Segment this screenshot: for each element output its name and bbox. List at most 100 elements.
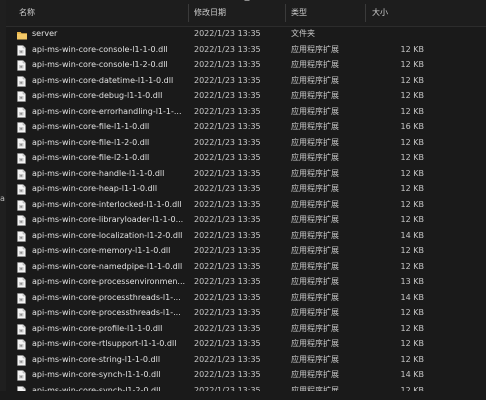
- file-row[interactable]: api-ms-win-core-processthreads-l1-... 202…: [6, 305, 486, 321]
- file-name: api-ms-win-core-processthreads-l1-...: [32, 292, 181, 302]
- dll-file-icon: [17, 323, 26, 335]
- column-header-size[interactable]: 大小: [372, 0, 388, 26]
- file-row[interactable]: api-ms-win-core-synch-l1-1-0.dll 2022/1/2…: [6, 367, 486, 383]
- file-type: 应用程序扩展: [291, 184, 339, 193]
- file-row[interactable]: api-ms-win-core-console-l1-1-0.dll 2022/1…: [6, 42, 486, 58]
- file-row[interactable]: api-ms-win-core-errorhandling-l1-1-... 20…: [6, 104, 486, 120]
- file-name: api-ms-win-core-interlocked-l1-1-0.dll: [32, 199, 182, 209]
- dll-file-icon: [17, 199, 26, 211]
- file-row[interactable]: api-ms-win-core-profile-l1-1-0.dll 2022/1…: [6, 321, 486, 337]
- file-date-modified: 2022/1/23 13:35: [194, 308, 261, 317]
- column-divider[interactable]: [285, 4, 286, 22]
- file-date-modified: 2022/1/23 13:35: [194, 230, 261, 240]
- dll-file-icon: [17, 308, 26, 319]
- column-header-name[interactable]: 名称: [19, 0, 35, 26]
- file-name: api-ms-win-core-profile-l1-1-0.dll: [32, 323, 163, 333]
- file-row[interactable]: api-ms-win-core-string-l1-1-0.dll 2022/1/…: [6, 352, 486, 368]
- dll-file-icon: [17, 75, 26, 87]
- file-size: 12 KB: [400, 168, 424, 178]
- file-size: 12 KB: [400, 261, 424, 271]
- file-size: 12 KB: [400, 308, 424, 317]
- file-row[interactable]: api-ms-win-core-localization-l1-2-0.dll 2…: [6, 228, 486, 244]
- file-row[interactable]: api-ms-win-core-libraryloader-l1-1-0... 2…: [6, 212, 486, 228]
- column-header-date-modified[interactable]: 修改日期: [194, 0, 226, 26]
- column-header-bar: 名称 修改日期 类型 大小: [6, 0, 486, 27]
- dll-file-icon: [17, 168, 26, 180]
- file-row[interactable]: api-ms-win-core-datetime-l1-1-0.dll 2022/…: [6, 73, 486, 89]
- column-header-type[interactable]: 类型: [291, 0, 307, 26]
- file-size: 14 KB: [400, 292, 424, 302]
- file-size: 12 KB: [400, 246, 424, 255]
- file-date-modified: 2022/1/23 13:35: [194, 246, 261, 255]
- file-type: 应用程序扩展: [291, 168, 339, 178]
- file-row[interactable]: api-ms-win-core-file-l2-1-0.dll 2022/1/23…: [6, 150, 486, 166]
- file-date-modified: 2022/1/23 13:35: [194, 277, 261, 286]
- file-row[interactable]: api-ms-win-core-file-l1-1-0.dll 2022/1/23…: [6, 119, 486, 135]
- file-name: api-ms-win-core-handle-l1-1-0.dll: [32, 168, 165, 178]
- file-row[interactable]: api-ms-win-core-processthreads-l1-... 202…: [6, 290, 486, 306]
- file-row[interactable]: server 2022/1/23 13:35 文件夹: [6, 26, 486, 42]
- file-row[interactable]: api-ms-win-core-processenvironmen... 2022…: [6, 274, 486, 290]
- file-date-modified: 2022/1/23 13:35: [194, 60, 261, 69]
- file-name: api-ms-win-core-debug-l1-1-0.dll: [32, 91, 163, 100]
- file-type: 应用程序扩展: [291, 292, 339, 302]
- file-date-modified: 2022/1/23 13:35: [194, 370, 261, 379]
- file-row[interactable]: api-ms-win-core-namedpipe-l1-1-0.dll 2022…: [6, 259, 486, 275]
- file-name: api-ms-win-core-console-l1-1-0.dll: [32, 44, 168, 54]
- file-type: 应用程序扩展: [291, 246, 339, 255]
- file-name: api-ms-win-core-libraryloader-l1-1-0...: [32, 215, 184, 224]
- file-name: api-ms-win-core-file-l1-1-0.dll: [32, 122, 150, 131]
- file-type: 应用程序扩展: [291, 354, 339, 364]
- file-name: api-ms-win-core-namedpipe-l1-1-0.dll: [32, 261, 183, 271]
- file-size: 12 KB: [400, 199, 424, 209]
- file-date-modified: 2022/1/23 13:35: [194, 323, 261, 333]
- dll-file-icon: [17, 370, 26, 381]
- file-date-modified: 2022/1/23 13:35: [194, 199, 261, 209]
- file-date-modified: 2022/1/23 13:35: [194, 292, 261, 302]
- dll-file-icon: [17, 292, 26, 304]
- dll-file-icon: [17, 354, 26, 366]
- file-size: 12 KB: [400, 137, 424, 147]
- file-name: api-ms-win-core-synch-l1-1-0.dll: [32, 370, 161, 379]
- file-row[interactable]: api-ms-win-core-debug-l1-1-0.dll 2022/1/2…: [6, 88, 486, 104]
- dll-file-icon: [17, 230, 26, 242]
- file-date-modified: 2022/1/23 13:35: [194, 75, 261, 85]
- file-date-modified: 2022/1/23 13:35: [194, 106, 261, 116]
- file-list: server 2022/1/23 13:35 文件夹 api-ms-win-core-…: [6, 26, 486, 400]
- file-date-modified: 2022/1/23 13:35: [194, 339, 261, 348]
- file-size: 14 KB: [400, 230, 424, 240]
- file-name: api-ms-win-core-datetime-l1-1-0.dll: [32, 75, 174, 85]
- file-type: 应用程序扩展: [291, 122, 339, 131]
- file-type: 应用程序扩展: [291, 323, 339, 333]
- file-row[interactable]: api-ms-win-core-memory-l1-1-0.dll 2022/1/…: [6, 243, 486, 259]
- column-divider[interactable]: [188, 4, 189, 22]
- file-name: api-ms-win-core-heap-l1-1-0.dll: [32, 184, 158, 193]
- dll-file-icon: [17, 122, 26, 133]
- file-row[interactable]: api-ms-win-core-heap-l1-1-0.dll 2022/1/23…: [6, 181, 486, 197]
- file-name: api-ms-win-core-rtlsupport-l1-1-0.dll: [32, 339, 177, 348]
- file-row[interactable]: api-ms-win-core-handle-l1-1-0.dll 2022/1/…: [6, 166, 486, 182]
- file-size: 12 KB: [400, 106, 424, 116]
- file-size: 12 KB: [400, 75, 424, 85]
- file-type: 应用程序扩展: [291, 261, 339, 271]
- file-type: 应用程序扩展: [291, 215, 339, 224]
- file-row[interactable]: api-ms-win-core-console-l1-2-0.dll 2022/1…: [6, 57, 486, 73]
- dll-file-icon: [17, 44, 26, 56]
- file-size: 12 KB: [400, 44, 424, 54]
- file-row[interactable]: api-ms-win-core-rtlsupport-l1-1-0.dll 202…: [6, 336, 486, 352]
- dll-file-icon: [17, 277, 26, 288]
- file-name: api-ms-win-core-string-l1-1-0.dll: [32, 354, 161, 364]
- file-size: 12 KB: [400, 339, 424, 348]
- file-name: server: [32, 29, 58, 38]
- column-divider[interactable]: [365, 4, 366, 22]
- file-name: api-ms-win-core-file-l1-2-0.dll: [32, 137, 150, 147]
- file-date-modified: 2022/1/23 13:35: [194, 122, 261, 131]
- sort-ascending-icon: [244, 0, 250, 1]
- file-size: 12 KB: [400, 91, 424, 100]
- file-type: 应用程序扩展: [291, 230, 339, 240]
- file-row[interactable]: api-ms-win-core-interlocked-l1-1-0.dll 20…: [6, 197, 486, 213]
- folder-icon: [17, 30, 27, 40]
- file-size: 14 KB: [400, 370, 424, 379]
- file-row[interactable]: api-ms-win-core-file-l1-2-0.dll 2022/1/23…: [6, 135, 486, 151]
- file-date-modified: 2022/1/23 13:35: [194, 29, 261, 38]
